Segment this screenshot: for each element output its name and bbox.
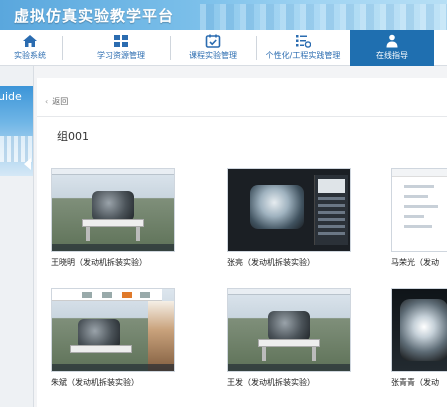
home-icon: [23, 35, 37, 47]
experiment-screenshot[interactable]: [51, 168, 175, 252]
nav-label: 在线指导: [376, 51, 408, 60]
student-caption: 王晓明（发动机拆装实验）: [51, 258, 147, 267]
nav-label: 学习资源管理: [97, 51, 145, 60]
back-label: 返回: [52, 97, 69, 106]
sidebar-banner-text: uide: [0, 90, 22, 103]
experiment-screenshot[interactable]: [391, 288, 447, 372]
resources-icon: [114, 35, 128, 47]
left-sidebar: uide: [0, 66, 34, 407]
nav-label: 实验系统: [14, 51, 46, 60]
experiment-screenshot[interactable]: [391, 168, 447, 252]
nav-label: 个性化/工程实践管理: [265, 51, 341, 60]
nav-divider: [256, 36, 257, 60]
header-banner-image: [200, 4, 447, 30]
list-settings-icon: [296, 35, 311, 48]
experiment-screenshot[interactable]: [227, 168, 351, 252]
student-caption: 马荣光（发动: [391, 258, 439, 267]
experiment-screenshot[interactable]: [51, 288, 175, 372]
nav-item-online-guidance[interactable]: 在线指导: [350, 30, 434, 66]
student-caption: 张青青（发动: [391, 378, 439, 387]
divider: [37, 116, 447, 117]
nav-item-engineering-practice[interactable]: 个性化/工程实践管理: [258, 30, 348, 66]
experiment-screenshot[interactable]: [227, 288, 351, 372]
nav-divider: [62, 36, 63, 60]
back-link[interactable]: ‹ 返回: [45, 96, 68, 107]
group-title: 组001: [57, 130, 89, 143]
app-header: 虚拟仿真实验教学平台: [0, 0, 447, 30]
nav-item-learning-resources[interactable]: 学习资源管理: [80, 30, 162, 66]
app-title: 虚拟仿真实验教学平台: [14, 7, 175, 25]
student-caption: 张亮（发动机拆装实验）: [227, 258, 315, 267]
nav-divider: [170, 36, 171, 60]
student-caption: 王发（发动机拆装实验）: [227, 378, 315, 387]
main-panel: ‹ 返回 组001 王晓明（发动机拆装实验） 张亮（发动机拆装实验） 马荣光（发动: [37, 78, 447, 407]
nav-label: 课程实验管理: [189, 51, 237, 60]
student-caption: 朱斌（发动机拆装实验）: [51, 378, 139, 387]
nav-item-experiment-system[interactable]: 实验系统: [2, 30, 58, 66]
nav-item-course-experiments[interactable]: 课程实验管理: [174, 30, 252, 66]
calendar-check-icon: [205, 34, 221, 48]
top-nav: 实验系统 学习资源管理 课程实验管理 个性化/工程实践管理 在线指导: [0, 30, 447, 66]
user-guide-icon: [386, 34, 398, 48]
chevron-left-icon: ‹: [45, 97, 49, 106]
collapse-arrow-icon[interactable]: [24, 158, 31, 170]
